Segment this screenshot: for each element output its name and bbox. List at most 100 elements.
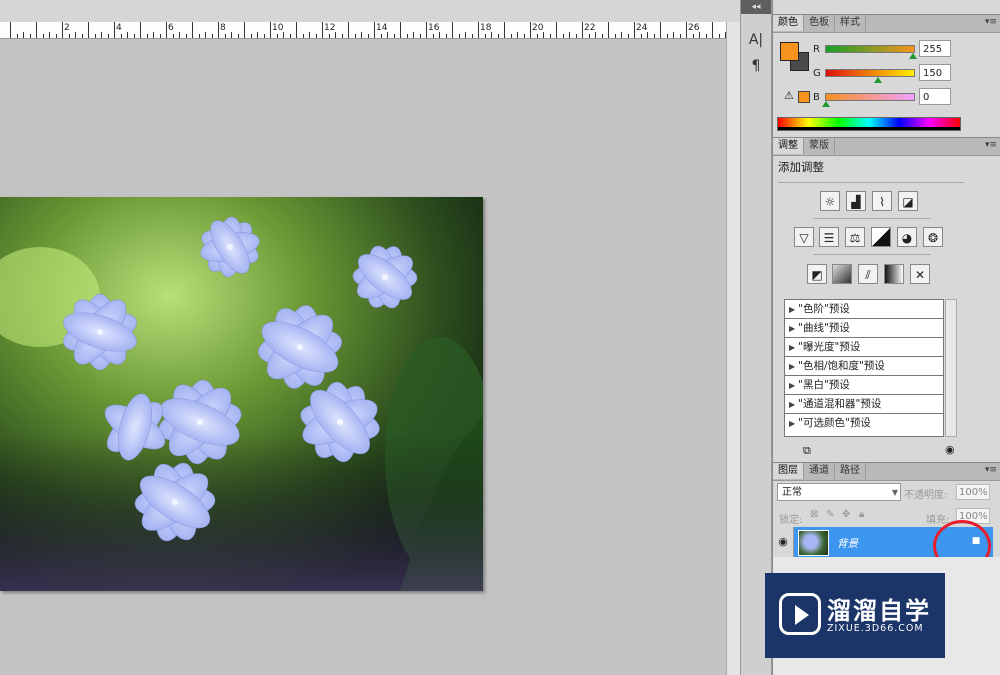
posterize-icon[interactable] — [832, 264, 852, 284]
list-item[interactable]: ▶ "曲线"预设 — [785, 319, 943, 338]
ruler-tick — [380, 34, 382, 38]
lock-label: 锁定: — [779, 515, 803, 526]
brightness-contrast-icon[interactable]: ☼ — [820, 191, 840, 211]
ruler-tick — [406, 34, 408, 38]
ruler-tick — [523, 34, 525, 38]
b-value-input[interactable]: 0 — [919, 88, 951, 105]
ruler-tick — [517, 32, 518, 38]
flower-photo[interactable] — [0, 197, 483, 591]
gradient-map-icon[interactable] — [884, 264, 904, 284]
panel-menu-icon[interactable]: ▾≡ — [985, 140, 997, 150]
levels-icon[interactable]: ▟ — [846, 191, 866, 211]
list-item[interactable]: ▶ "曝光度"预设 — [785, 338, 943, 357]
threshold-icon[interactable]: ⫽ — [858, 264, 878, 284]
vibrance-icon[interactable]: ▽ — [794, 227, 814, 247]
ruler-tick — [309, 32, 310, 38]
r-slider[interactable] — [825, 45, 915, 53]
opacity-label: 不透明度: — [904, 490, 948, 501]
ruler-tick — [653, 34, 655, 38]
tab-layers[interactable]: 图层 — [773, 463, 804, 479]
tab-color[interactable]: 颜色 — [773, 15, 804, 31]
lock-all-icon[interactable]: 🔒︎ — [859, 509, 864, 520]
ruler-tick — [374, 22, 375, 38]
character-panel-icon[interactable]: A| — [744, 30, 768, 50]
ruler-tick — [205, 32, 206, 38]
ruler-tick — [159, 34, 161, 38]
list-item[interactable]: ▶ "可选颜色"预设 — [785, 414, 943, 432]
ruler-tick — [29, 34, 31, 38]
preset-label: "色阶"预设 — [798, 303, 850, 315]
g-value-input[interactable]: 150 — [919, 64, 951, 81]
selective-color-icon[interactable]: ✕ — [910, 264, 930, 284]
ruler-label: 14 — [376, 23, 388, 33]
panel-options-icon[interactable]: ◉ — [945, 443, 955, 456]
r-value-input[interactable]: 255 — [919, 40, 951, 57]
g-slider-thumb[interactable] — [874, 77, 882, 83]
list-item[interactable]: ▶ "黑白"预设 — [785, 376, 943, 395]
ruler-tick — [432, 34, 434, 38]
channel-mixer-icon[interactable]: ❂ — [923, 227, 943, 247]
ruler-tick — [608, 22, 609, 38]
ruler-label: 10 — [272, 23, 284, 33]
ruler-tick — [549, 34, 551, 38]
ruler-label: 16 — [428, 23, 440, 33]
clip-to-layer-icon[interactable]: ⧉ — [803, 444, 811, 458]
collapse-dock-button[interactable]: ◂◂ — [741, 0, 771, 14]
tab-styles[interactable]: 样式 — [835, 15, 866, 31]
lock-pixels-icon[interactable]: ✎ — [826, 509, 834, 520]
exposure-icon[interactable]: ◪ — [898, 191, 918, 211]
paragraph-panel-icon[interactable]: ¶ — [744, 56, 768, 76]
ruler-tick — [582, 22, 583, 38]
ruler-label: 20 — [532, 23, 544, 33]
ruler-tick — [465, 32, 466, 38]
presets-scrollbar[interactable] — [945, 299, 957, 437]
visibility-eye-icon[interactable]: ◉ — [773, 527, 794, 557]
color-spectrum-bar[interactable] — [777, 117, 961, 131]
invert-icon[interactable]: ◩ — [807, 264, 827, 284]
panel-menu-icon[interactable]: ▾≡ — [985, 17, 997, 27]
document-tab-bar — [0, 0, 740, 23]
blend-mode-select[interactable]: 正常 ▼ — [777, 483, 901, 501]
color-balance-icon[interactable]: ⚖ — [845, 227, 865, 247]
watermark-logo: 溜溜自学 ZIXUE.3D66.COM — [765, 573, 945, 658]
ruler-label: 22 — [584, 23, 596, 33]
gamut-warning-icon[interactable]: ⚠ — [784, 89, 794, 102]
list-item[interactable]: ▶ "色阶"预设 — [785, 300, 943, 319]
ruler-tick — [231, 32, 232, 38]
tab-swatches[interactable]: 色板 — [804, 15, 835, 31]
foreground-color-swatch[interactable] — [780, 42, 799, 61]
ruler-tick — [81, 34, 83, 38]
ruler-tick — [179, 32, 180, 38]
ruler-tick — [588, 34, 590, 38]
tab-adjustments[interactable]: 调整 — [773, 138, 804, 154]
ruler-tick — [211, 34, 213, 38]
b-slider[interactable] — [825, 93, 915, 101]
tab-channels[interactable]: 通道 — [804, 463, 835, 479]
gamut-color-swatch[interactable] — [798, 91, 810, 103]
lock-position-icon[interactable]: ✥ — [842, 509, 850, 520]
black-white-icon[interactable] — [871, 227, 891, 247]
tab-paths[interactable]: 路径 — [835, 463, 866, 479]
hue-saturation-icon[interactable]: ☰ — [819, 227, 839, 247]
lock-transparency-icon[interactable]: ⊠ — [810, 509, 818, 520]
layer-name[interactable]: 背景 — [837, 536, 858, 551]
list-item[interactable]: ▶ "色相/饱和度"预设 — [785, 357, 943, 376]
canvas-vertical-scrollbar[interactable] — [726, 22, 741, 675]
ruler-tick — [224, 34, 226, 38]
g-slider[interactable] — [825, 69, 915, 77]
ruler-tick — [452, 22, 453, 38]
opacity-input[interactable]: 100% — [956, 484, 990, 500]
r-slider-thumb[interactable] — [909, 53, 917, 59]
tab-masks[interactable]: 蒙版 — [804, 138, 835, 154]
list-item[interactable]: ▶ "通道混和器"预设 — [785, 395, 943, 414]
canvas-area[interactable] — [0, 39, 726, 675]
panel-menu-icon[interactable]: ▾≡ — [985, 465, 997, 475]
photo-filter-icon[interactable]: ◕ — [897, 227, 917, 247]
ruler-tick — [445, 34, 447, 38]
ruler-tick — [614, 34, 616, 38]
b-slider-thumb[interactable] — [822, 101, 830, 107]
ruler-tick — [627, 34, 629, 38]
ruler-tick — [426, 22, 427, 38]
adjustment-presets-list: ▶ "色阶"预设 ▶ "曲线"预设 ▶ "曝光度"预设 ▶ "色相/饱和度"预设 ▶ "黑… — [784, 299, 944, 437]
curves-icon[interactable]: ⌇ — [872, 191, 892, 211]
